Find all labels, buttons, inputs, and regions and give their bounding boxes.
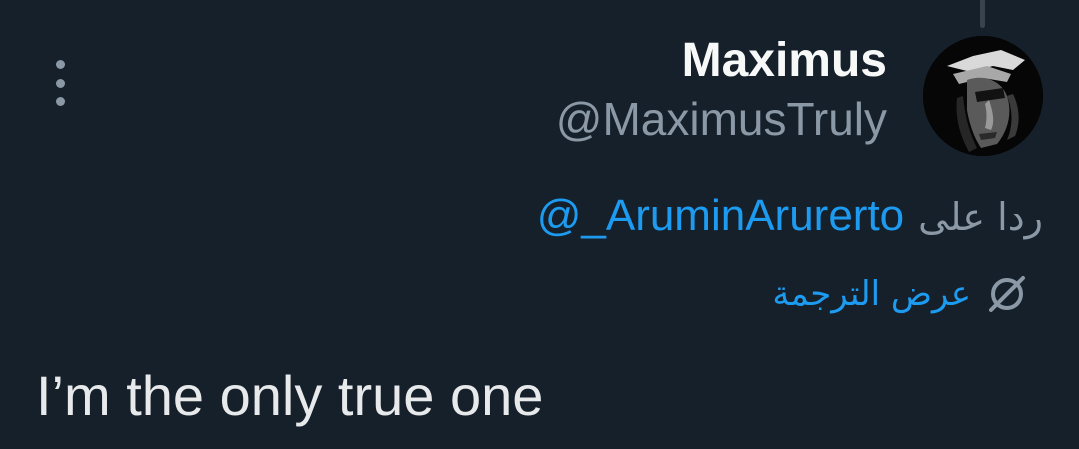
more-vertical-icon[interactable] [48,60,72,106]
thread-connector-line [980,0,985,28]
avatar[interactable] [923,36,1043,156]
author-display-name[interactable]: Maximus [682,32,887,90]
reply-to-line: @_AruminArurerto ردا على [537,190,1043,243]
more-dot [55,60,65,69]
reply-prefix-label: ردا على [918,195,1043,239]
reply-mention-link[interactable]: @_AruminArurerto [537,191,904,240]
more-dot [55,97,65,106]
show-translation-label: عرض الترجمة [772,274,971,314]
author-handle[interactable]: @MaximusTruly [556,92,887,147]
globe-translate-icon [989,276,1025,312]
statue-face-avatar-icon [923,36,1043,156]
show-translation-button[interactable]: عرض الترجمة [772,272,1029,316]
more-dot [55,78,65,88]
tweet-text: I’m the only true one [36,364,544,427]
